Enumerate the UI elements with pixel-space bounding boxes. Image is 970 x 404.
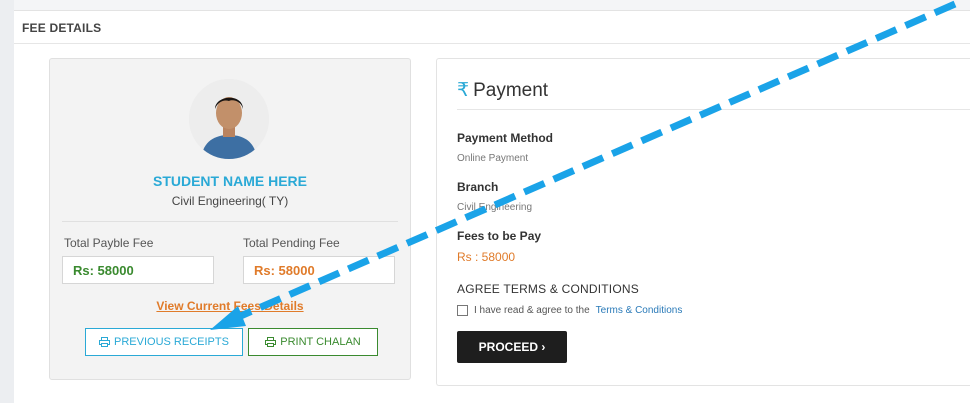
total-pending-field: Rs: 58000 xyxy=(243,256,395,284)
payment-card: ₹ Payment Payment Method Online Payment B… xyxy=(436,58,970,386)
left-sidebar-edge xyxy=(0,0,14,403)
card-divider xyxy=(62,221,398,222)
proceed-button[interactable]: PROCEED › xyxy=(457,331,567,363)
avatar xyxy=(189,79,269,159)
payment-title-text: Payment xyxy=(473,80,549,101)
top-strip xyxy=(14,0,970,10)
avatar-image xyxy=(189,79,269,159)
terms-row: I have read & agree to the Terms & Condi… xyxy=(457,305,682,316)
branch-value: Civil Engineering xyxy=(457,202,533,213)
previous-receipts-button[interactable]: PREVIOUS RECEIPTS xyxy=(85,328,243,356)
fees-to-pay-label: Fees to be Pay xyxy=(457,229,542,243)
agree-checkbox[interactable] xyxy=(457,305,468,316)
student-name: STUDENT NAME HERE xyxy=(152,173,307,189)
print-chalan-button[interactable]: PRINT CHALAN xyxy=(248,328,378,356)
fees-to-pay-value: Rs : 58000 xyxy=(457,250,516,264)
previous-receipts-label: PREVIOUS RECEIPTS xyxy=(114,336,229,348)
payment-method-value: Online Payment xyxy=(457,153,529,164)
view-current-fees-link[interactable]: View Current Fees Details xyxy=(50,299,410,313)
panel-divider xyxy=(14,43,970,44)
payment-method-label: Payment Method xyxy=(457,131,554,145)
total-payable-label: Total Payble Fee xyxy=(64,236,154,250)
payment-title: ₹ Payment xyxy=(457,79,548,102)
total-payable-field: Rs: 58000 xyxy=(62,256,214,284)
print-chalan-label: PRINT CHALAN xyxy=(280,336,361,348)
panel-title: FEE DETAILS xyxy=(22,21,102,35)
branch-label: Branch xyxy=(457,180,499,194)
total-pending-label: Total Pending Fee xyxy=(243,236,340,250)
student-card: STUDENT NAME HERE Civil Engineering( TY)… xyxy=(49,58,411,380)
terms-text: I have read & agree to the xyxy=(474,305,590,316)
terms-heading: AGREE TERMS & CONDITIONS xyxy=(457,282,639,296)
terms-link[interactable]: Terms & Conditions xyxy=(596,305,683,316)
rupee-icon: ₹ xyxy=(457,80,470,101)
student-course: Civil Engineering( TY) xyxy=(171,194,289,208)
printer-icon xyxy=(265,337,277,347)
printer-icon xyxy=(99,337,111,347)
payment-divider xyxy=(457,109,970,110)
